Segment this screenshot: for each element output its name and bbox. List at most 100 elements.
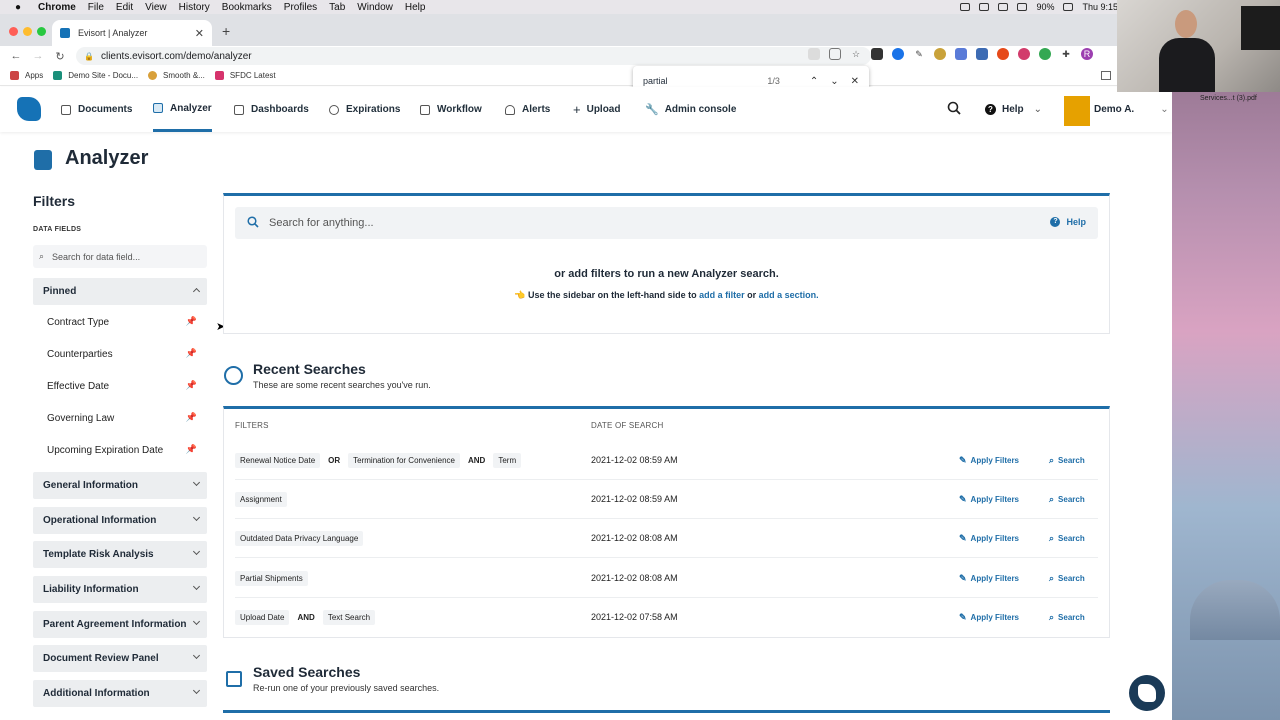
nav-upload[interactable]: + Upload <box>573 87 620 132</box>
bookmark-demo-site[interactable]: Demo Site - Docu... <box>53 71 138 80</box>
desktop-file-label[interactable]: Services...t (3).pdf <box>1200 95 1257 102</box>
bookmark-star-icon[interactable]: ☆ <box>850 48 862 60</box>
pinned-item[interactable]: Upcoming Expiration Date 📌 <box>47 444 207 456</box>
new-tab-icon[interactable]: + <box>222 23 230 39</box>
puzzle-icon[interactable]: ✚ <box>1060 48 1072 60</box>
battery-icon[interactable] <box>1063 3 1074 11</box>
section-template-risk-analysis[interactable]: Template Risk Analysis <box>33 541 207 568</box>
zoom-window-button[interactable] <box>37 27 46 36</box>
pin-icon[interactable]: 📌 <box>186 316 197 327</box>
menu-help[interactable]: Help <box>405 2 426 13</box>
pinned-item[interactable]: Effective Date 📌 <box>47 380 207 392</box>
section-liability-information[interactable]: Liability Information <box>33 576 207 603</box>
nav-analyzer[interactable]: Analyzer <box>153 87 212 132</box>
search-button[interactable]: ⌕ Search <box>1049 573 1085 584</box>
address-bar[interactable]: 🔒 clients.evisort.com/demo/analyzer <box>76 47 871 65</box>
extension-icon[interactable] <box>976 48 988 60</box>
extension-icon[interactable] <box>997 48 1009 60</box>
nav-workflow[interactable]: Workflow <box>420 87 482 132</box>
search-button[interactable]: ⌕ Search <box>1049 455 1085 466</box>
pin-icon[interactable]: 📌 <box>186 444 197 455</box>
share-icon[interactable] <box>829 48 841 60</box>
menu-tab[interactable]: Tab <box>329 2 345 13</box>
evisort-logo-icon[interactable] <box>17 97 41 121</box>
section-additional-information[interactable]: Additional Information <box>33 680 207 707</box>
search-button[interactable]: ⌕ Search <box>1049 612 1085 623</box>
extension-icon[interactable] <box>871 48 883 60</box>
data-field-search-input[interactable] <box>52 251 193 262</box>
menu-file[interactable]: File <box>88 2 104 13</box>
extension-icon[interactable] <box>1018 48 1030 60</box>
menu-profiles[interactable]: Profiles <box>284 2 317 13</box>
add-filter-link[interactable]: add a filter <box>699 290 745 300</box>
clock[interactable]: Thu 9:15 <box>1082 2 1118 12</box>
bookmark-smooth[interactable]: Smooth &... <box>148 71 205 80</box>
apply-filters-button[interactable]: ✎ Apply Filters <box>959 455 1019 466</box>
install-app-icon[interactable] <box>808 48 820 60</box>
menu-view[interactable]: View <box>145 2 167 13</box>
reading-list-icon[interactable] <box>1101 71 1111 80</box>
status-icon[interactable] <box>998 3 1009 11</box>
pin-icon[interactable]: 📌 <box>186 412 197 423</box>
apply-filters-button[interactable]: ✎ Apply Filters <box>959 533 1019 544</box>
section-operational-information[interactable]: Operational Information <box>33 507 207 534</box>
minimize-window-button[interactable] <box>23 27 32 36</box>
pin-icon[interactable]: 📌 <box>186 380 197 391</box>
nav-expirations[interactable]: Expirations <box>329 87 400 132</box>
search-icon[interactable] <box>947 101 961 115</box>
menu-window[interactable]: Window <box>357 2 393 13</box>
close-window-button[interactable] <box>9 27 18 36</box>
status-icon[interactable] <box>960 3 971 11</box>
nav-admin-console[interactable]: 🔧 Admin console <box>645 87 736 132</box>
status-icon[interactable] <box>979 3 990 11</box>
menu-edit[interactable]: Edit <box>116 2 133 13</box>
global-search-input[interactable]: Search for anything... ? Help <box>235 207 1098 239</box>
extension-icon[interactable] <box>1039 48 1051 60</box>
extension-icon[interactable] <box>955 48 967 60</box>
reload-icon[interactable]: ↻ <box>54 50 66 63</box>
back-icon[interactable]: ← <box>10 50 22 62</box>
profile-avatar-icon[interactable]: R <box>1081 48 1093 60</box>
apply-filters-button[interactable]: ✎ Apply Filters <box>959 573 1019 584</box>
user-menu[interactable]: Demo A. ⌄ <box>1094 87 1169 132</box>
section-general-information[interactable]: General Information <box>33 472 207 499</box>
apply-filters-button[interactable]: ✎ Apply Filters <box>959 612 1019 623</box>
extension-icon[interactable] <box>934 48 946 60</box>
chat-assistant-button[interactable] <box>1129 675 1165 711</box>
add-section-link[interactable]: add a section. <box>759 290 819 300</box>
data-field-search[interactable]: ⌕ <box>33 245 207 268</box>
wifi-icon[interactable] <box>1017 3 1028 11</box>
section-parent-agreement-information[interactable]: Parent Agreement Information <box>33 611 207 638</box>
help-menu[interactable]: ? Help ⌄ <box>985 87 1042 132</box>
pinned-item[interactable]: Contract Type 📌 <box>47 316 207 328</box>
pinned-item[interactable]: Governing Law 📌 <box>47 412 207 424</box>
menu-history[interactable]: History <box>179 2 210 13</box>
pen-extension-icon[interactable]: ✎ <box>913 48 925 60</box>
close-tab-icon[interactable]: ✕ <box>195 27 204 40</box>
menu-bookmarks[interactable]: Bookmarks <box>222 2 272 13</box>
search-help-link[interactable]: ? Help <box>1050 217 1086 227</box>
nav-documents[interactable]: Documents <box>61 87 132 132</box>
apple-icon[interactable]: ● <box>12 2 24 13</box>
section-document-review-panel[interactable]: Document Review Panel <box>33 645 207 672</box>
pin-icon[interactable]: 📌 <box>186 348 197 359</box>
menu-app-name[interactable]: Chrome <box>38 2 76 13</box>
nav-dashboards[interactable]: Dashboards <box>234 87 309 132</box>
search-button[interactable]: ⌕ Search <box>1049 533 1085 544</box>
avatar[interactable] <box>1064 96 1090 126</box>
pinned-item[interactable]: Counterparties 📌 <box>47 348 207 360</box>
find-close-icon[interactable]: ✕ <box>851 76 859 87</box>
find-next-icon[interactable]: ⌄ <box>830 76 838 87</box>
extension-icon[interactable] <box>892 48 904 60</box>
section-pinned[interactable]: Pinned <box>33 278 207 305</box>
bookmark-sfdc[interactable]: SFDC Latest <box>214 71 276 80</box>
apply-filters-button[interactable]: ✎ Apply Filters <box>959 494 1019 505</box>
lock-icon[interactable]: 🔒 <box>84 52 94 61</box>
search-button[interactable]: ⌕ Search <box>1049 494 1085 505</box>
browser-tab[interactable]: Evisort | Analyzer ✕ <box>52 20 212 46</box>
nav-alerts[interactable]: Alerts <box>505 87 550 132</box>
find-previous-icon[interactable]: ⌃ <box>810 76 818 87</box>
forward-icon[interactable]: → <box>32 50 44 62</box>
find-query-input[interactable]: partial <box>643 76 668 86</box>
bookmark-apps[interactable]: Apps <box>10 71 43 80</box>
